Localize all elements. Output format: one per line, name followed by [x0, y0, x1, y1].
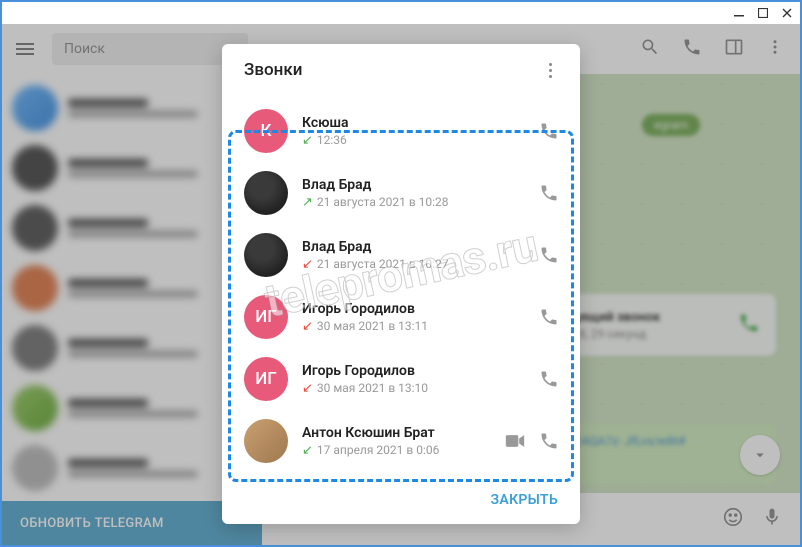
call-list: К Ксюша ↙ 12:36 Влад Брад ↗ 21 августа 2021 в … — [222, 96, 580, 476]
call-name: Влад Брад — [302, 177, 524, 193]
phone-icon[interactable] — [538, 368, 560, 390]
call-item[interactable]: ИГ Игорь Городилов ↙ 30 мая 2021 в 13:10 — [222, 348, 580, 410]
modal-header: Звонки — [222, 44, 580, 96]
call-meta: ↙ 30 мая 2021 в 13:10 — [302, 381, 524, 395]
more-icon[interactable] — [543, 57, 558, 84]
call-item[interactable]: Влад Брад ↙ 21 августа 2021 в 10:27 — [222, 224, 580, 286]
calls-modal: Звонки К Ксюша ↙ 12:36 Влад Брад ↗ 21 августа … — [222, 44, 580, 524]
close-window-button[interactable] — [780, 6, 794, 20]
direction-icon: ↙ — [302, 134, 313, 147]
avatar — [244, 171, 288, 215]
call-time: 21 августа 2021 в 10:27 — [317, 257, 449, 271]
modal-footer: ЗАКРЫТЬ — [222, 476, 580, 524]
call-meta: ↗ 21 августа 2021 в 10:28 — [302, 195, 524, 209]
maximize-button[interactable] — [756, 6, 770, 20]
close-button[interactable]: ЗАКРЫТЬ — [491, 492, 558, 508]
call-name: Игорь Городилов — [302, 301, 524, 317]
call-name: Ксюша — [302, 115, 524, 131]
call-item[interactable]: ИГ Игорь Городилов ↙ 30 мая 2021 в 13:11 — [222, 286, 580, 348]
avatar: ИГ — [244, 295, 288, 339]
call-info: Игорь Городилов ↙ 30 мая 2021 в 13:11 — [302, 301, 524, 333]
window-controls — [732, 6, 794, 20]
video-icon[interactable] — [504, 430, 526, 452]
phone-icon[interactable] — [538, 244, 560, 266]
call-info: Влад Брад ↙ 21 августа 2021 в 10:27 — [302, 239, 524, 271]
titlebar — [2, 2, 800, 24]
avatar — [244, 233, 288, 277]
call-time: 12:36 — [317, 133, 347, 147]
direction-icon: ↙ — [302, 382, 313, 395]
direction-icon: ↗ — [302, 196, 313, 209]
avatar — [244, 419, 288, 463]
call-info: Ксюша ↙ 12:36 — [302, 115, 524, 147]
call-info: Антон Ксюшин Брат ↙ 17 апреля 2021 в 0:06 — [302, 425, 490, 457]
avatar: К — [244, 109, 288, 153]
phone-icon[interactable] — [538, 120, 560, 142]
call-time: 17 апреля 2021 в 0:06 — [317, 443, 439, 457]
call-item[interactable]: К Ксюша ↙ 12:36 — [222, 100, 580, 162]
call-name: Антон Ксюшин Брат — [302, 425, 490, 441]
call-time: 30 мая 2021 в 13:11 — [317, 319, 428, 333]
avatar: ИГ — [244, 357, 288, 401]
direction-icon: ↙ — [302, 444, 313, 457]
call-time: 21 августа 2021 в 10:28 — [317, 195, 449, 209]
call-time: 30 мая 2021 в 13:10 — [317, 381, 428, 395]
modal-title: Звонки — [244, 60, 302, 80]
direction-icon: ↙ — [302, 258, 313, 271]
call-meta: ↙ 17 апреля 2021 в 0:06 — [302, 443, 490, 457]
phone-icon[interactable] — [538, 430, 560, 452]
call-meta: ↙ 21 августа 2021 в 10:27 — [302, 257, 524, 271]
call-info: Игорь Городилов ↙ 30 мая 2021 в 13:10 — [302, 363, 524, 395]
call-item[interactable]: Влад Брад ↗ 21 августа 2021 в 10:28 — [222, 162, 580, 224]
phone-icon[interactable] — [538, 306, 560, 328]
call-info: Влад Брад ↗ 21 августа 2021 в 10:28 — [302, 177, 524, 209]
direction-icon: ↙ — [302, 320, 313, 333]
call-name: Игорь Городилов — [302, 363, 524, 379]
call-meta: ↙ 30 мая 2021 в 13:11 — [302, 319, 524, 333]
phone-icon[interactable] — [538, 182, 560, 204]
minimize-button[interactable] — [732, 6, 746, 20]
call-item[interactable]: Антон Ксюшин Брат ↙ 17 апреля 2021 в 0:06 — [222, 410, 580, 472]
call-name: Влад Брад — [302, 239, 524, 255]
call-meta: ↙ 12:36 — [302, 133, 524, 147]
